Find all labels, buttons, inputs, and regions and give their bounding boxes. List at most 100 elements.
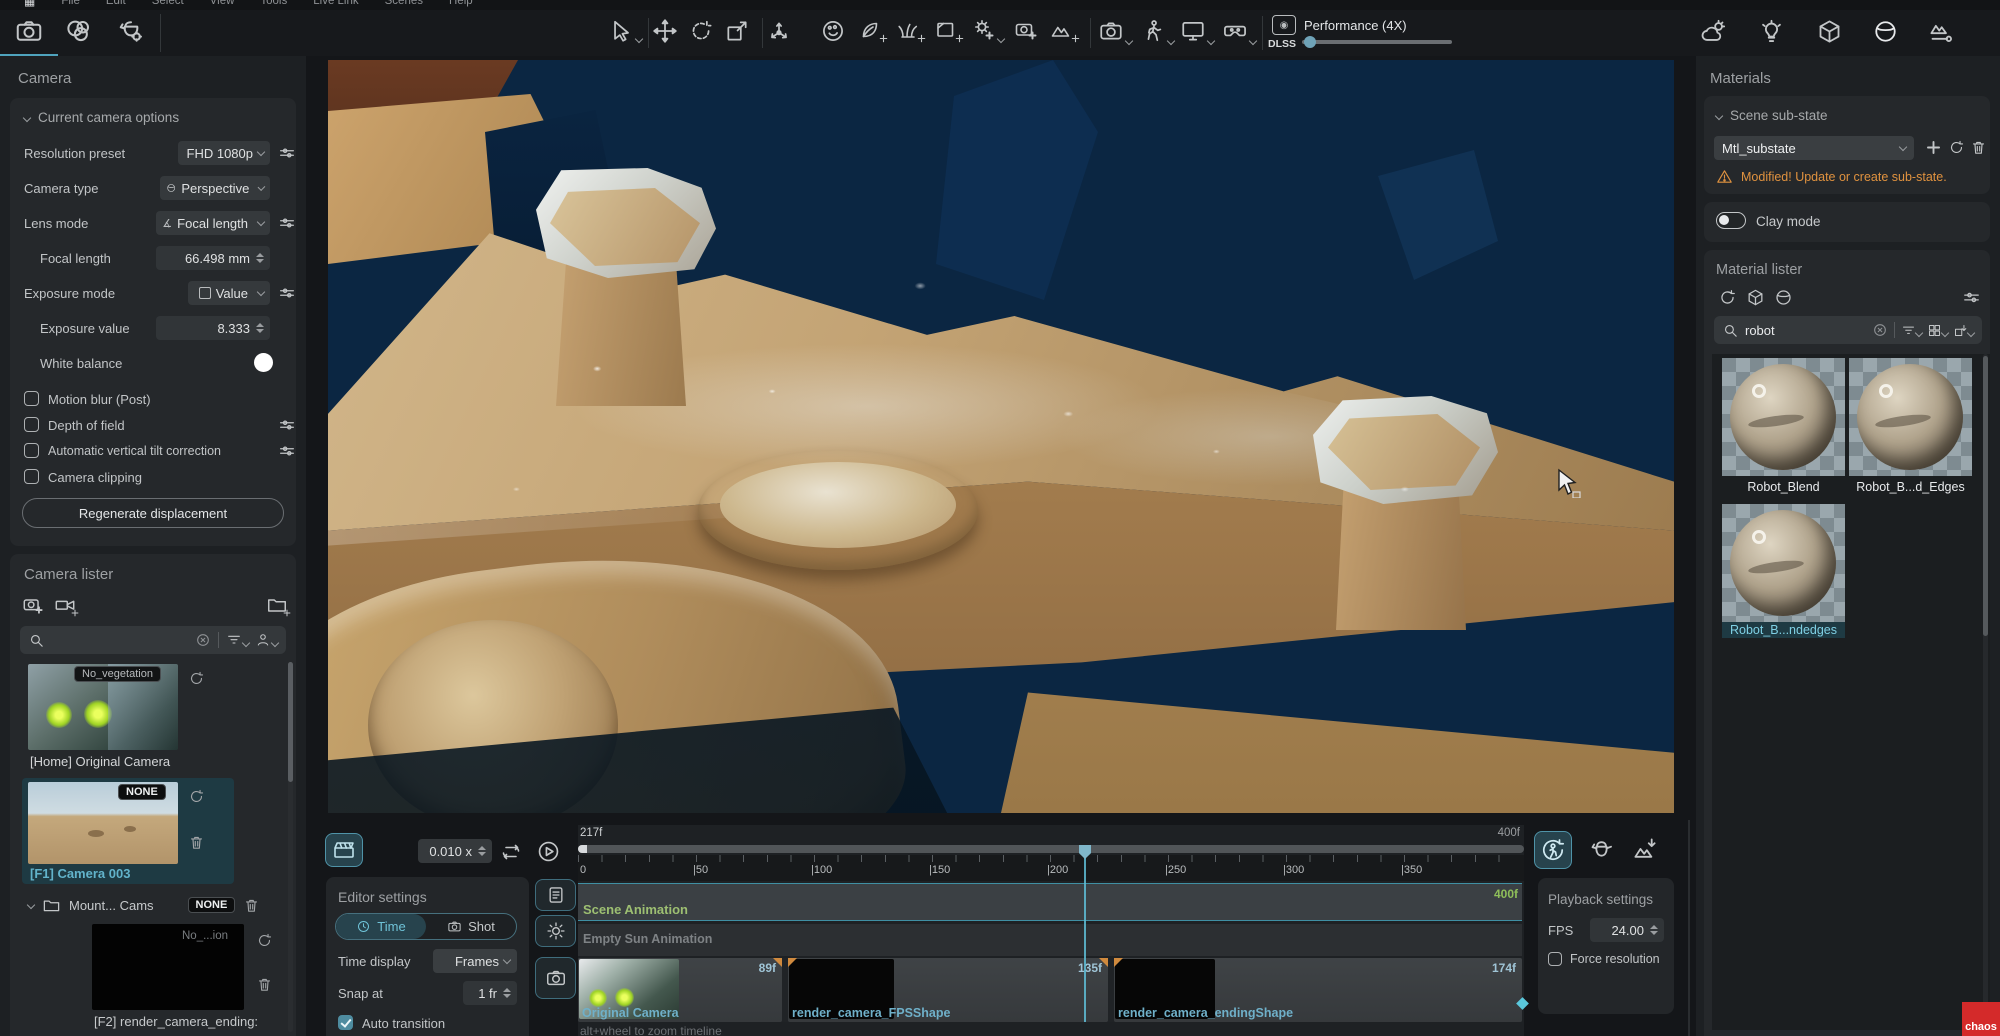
playhead[interactable] xyxy=(1084,845,1086,1022)
snapshot-camera-button[interactable] xyxy=(1098,18,1124,44)
motion-blur-checkbox[interactable] xyxy=(24,391,39,406)
viewport[interactable] xyxy=(328,60,1674,813)
menu-edit[interactable]: Edit xyxy=(106,0,126,7)
add-camera-button[interactable] xyxy=(1014,18,1038,42)
shot-tab[interactable]: Shot xyxy=(426,914,516,939)
camera-list-scrollbar[interactable] xyxy=(288,662,293,1032)
auto-transition-checkbox[interactable] xyxy=(338,1015,353,1030)
export-animation-button[interactable] xyxy=(1632,836,1659,863)
lens-mode-dropdown[interactable]: ∡ Focal length xyxy=(156,211,270,235)
menu-select[interactable]: Select xyxy=(152,0,184,7)
animation-editor-button[interactable] xyxy=(325,833,363,867)
snap-spinner[interactable]: 1 fr xyxy=(463,981,517,1005)
update-substate-icon[interactable] xyxy=(1948,139,1965,156)
play-button[interactable] xyxy=(536,839,561,864)
delete-camera-icon[interactable] xyxy=(188,834,205,851)
delete-camera-icon[interactable] xyxy=(256,976,273,993)
tab-lights[interactable] xyxy=(1758,18,1785,45)
material-from-object-icon[interactable] xyxy=(1746,288,1765,307)
scene-animation-track[interactable]: Scene Animation 400f xyxy=(578,883,1522,921)
material-override-button[interactable] xyxy=(820,18,846,44)
camera-item-label[interactable]: [F1] Camera 003 xyxy=(30,866,130,881)
move-tool-button[interactable] xyxy=(652,18,678,44)
loop-playback-button[interactable] xyxy=(499,840,523,864)
timeline-zoom-bar[interactable] xyxy=(578,845,1524,853)
select-tool-button[interactable] xyxy=(608,18,634,44)
vr-mode-button[interactable] xyxy=(1222,18,1248,44)
pick-material-icon[interactable] xyxy=(1774,288,1793,307)
sort-icon[interactable] xyxy=(1953,323,1974,338)
auto-tilt-checkbox[interactable] xyxy=(24,443,39,458)
material-search-input[interactable] xyxy=(1745,323,1872,338)
filter-icon[interactable] xyxy=(1901,323,1922,338)
add-vegetation-button[interactable] xyxy=(858,18,882,42)
chaos-logo[interactable]: chaos xyxy=(1962,1002,2000,1036)
presentation-mode-button[interactable] xyxy=(1180,18,1206,44)
render-elements-tab-button[interactable] xyxy=(64,16,94,46)
camera-type-dropdown[interactable]: Perspective xyxy=(160,176,270,200)
reload-materials-icon[interactable] xyxy=(1718,288,1737,307)
timeline[interactable]: 217f 400f 0 |50 |100 |150 |200 |250 |300… xyxy=(578,825,1524,1036)
fps-spinner[interactable]: 24.00 xyxy=(1590,918,1664,942)
regenerate-displacement-button[interactable]: Regenerate displacement xyxy=(22,498,284,528)
auto-tilt-settings-icon[interactable] xyxy=(278,442,296,460)
performance-slider[interactable] xyxy=(1302,40,1452,44)
menu-view[interactable]: View xyxy=(210,0,235,7)
camera-item-label[interactable]: [F2] render_camera_ending: xyxy=(94,1014,258,1029)
clip-render-camera-ending[interactable]: 174f render_camera_endingShape xyxy=(1114,958,1522,1022)
camera-tab-button[interactable] xyxy=(14,16,44,46)
menu-tools[interactable]: Tools xyxy=(260,0,287,7)
tab-objects[interactable] xyxy=(1816,18,1843,45)
camera-options-header[interactable]: Current camera options xyxy=(24,110,179,125)
add-decal-button[interactable] xyxy=(934,18,958,42)
scene-track-button[interactable] xyxy=(535,879,576,911)
clear-search-icon[interactable] xyxy=(1872,322,1888,338)
exposure-settings-icon[interactable] xyxy=(278,284,296,302)
rotate-tool-button[interactable] xyxy=(688,18,714,44)
playback-speed-spinner[interactable]: 0.010 x xyxy=(418,839,492,863)
dof-settings-icon[interactable] xyxy=(278,416,296,434)
scale-tool-button[interactable] xyxy=(724,18,750,44)
loop-mode-button[interactable] xyxy=(1534,831,1572,869)
add-scatter-button[interactable] xyxy=(896,18,920,42)
time-display-dropdown[interactable]: Frames xyxy=(433,949,517,973)
tab-materials[interactable] xyxy=(1872,18,1899,45)
add-camera-lister-button[interactable] xyxy=(22,594,44,616)
pivot-tool-button[interactable] xyxy=(766,18,792,44)
focal-length-spinner[interactable]: 66.498 mm xyxy=(156,246,270,270)
add-camera-folder-button[interactable] xyxy=(266,594,288,616)
material-settings-icon[interactable] xyxy=(1962,288,1981,307)
clay-preview-button[interactable] xyxy=(1588,836,1615,863)
material-tile[interactable]: Robot_B...d_Edges xyxy=(1849,358,1972,500)
tab-environment[interactable] xyxy=(1700,18,1727,45)
refresh-thumbnail-icon[interactable] xyxy=(188,670,205,687)
add-terrain-button[interactable] xyxy=(1050,18,1074,42)
camera-item-label[interactable]: [Home] Original Camera xyxy=(30,754,170,769)
performance-slider-knob[interactable] xyxy=(1304,36,1316,48)
clip-end-handle[interactable] xyxy=(1516,997,1529,1010)
resolution-preset-dropdown[interactable]: FHD 1080p xyxy=(178,141,270,165)
delete-folder-icon[interactable] xyxy=(243,897,260,914)
menu-live-link[interactable]: Live Link xyxy=(313,0,358,7)
sun-animation-track[interactable]: Empty Sun Animation xyxy=(578,924,1522,956)
tab-render[interactable] xyxy=(1928,18,1955,45)
owner-filter-icon[interactable] xyxy=(255,632,278,648)
material-tile[interactable]: Robot_Blend xyxy=(1722,358,1845,500)
timeline-ruler[interactable]: 0 |50 |100 |150 |200 |250 |300 |350 xyxy=(578,855,1524,881)
camera-list-item[interactable]: No_...ion [F2] render_camera_ending: xyxy=(86,922,296,1034)
menu-help[interactable]: Help xyxy=(449,0,473,7)
menu-scenes[interactable]: Scenes xyxy=(385,0,423,7)
clear-search-icon[interactable] xyxy=(195,632,211,648)
material-list-scrollbar[interactable] xyxy=(1983,354,1988,1030)
substate-dropdown[interactable]: Mtl_substate xyxy=(1714,136,1914,160)
depth-of-field-checkbox[interactable] xyxy=(24,417,39,432)
exposure-value-spinner[interactable]: 8.333 xyxy=(156,316,270,340)
camera-track-button[interactable] xyxy=(535,957,576,999)
camera-clips-track[interactable]: 89f Original Camera 135f render_camera_F… xyxy=(578,958,1522,1022)
refresh-thumbnail-icon[interactable] xyxy=(256,932,273,949)
clip-render-camera-fps[interactable]: 135f render_camera_FPSShape xyxy=(788,958,1108,1022)
add-animated-camera-button[interactable] xyxy=(54,594,76,616)
sun-track-button[interactable] xyxy=(535,915,576,947)
delete-substate-icon[interactable] xyxy=(1970,139,1987,156)
walk-mode-button[interactable] xyxy=(1140,18,1166,44)
